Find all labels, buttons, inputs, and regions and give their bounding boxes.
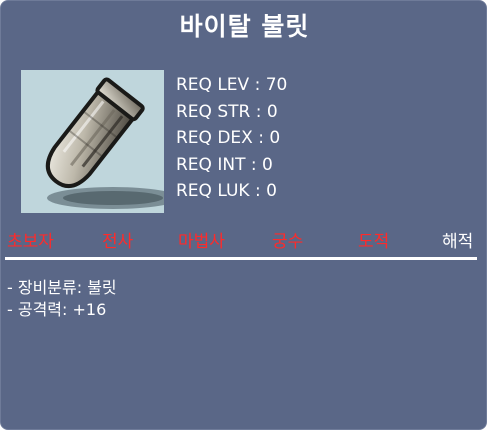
job-warrior: 전사 [102,232,134,252]
req-dex: REQ DEX : 0 [176,128,281,148]
job-pirate: 해적 [442,232,474,252]
attack-stat: - 공격력: +16 [7,300,107,319]
divider [5,257,477,260]
equip-category: - 장비분류: 불릿 [7,278,117,297]
job-bowman: 궁수 [272,232,304,252]
job-thief: 도적 [358,232,390,252]
req-int: REQ INT : 0 [176,154,273,175]
job-magician: 마법사 [178,232,225,252]
requirements-list: REQ LEV : 70 REQ STR : 0 REQ DEX : 0 REQ… [176,72,287,205]
bullet-icon [45,77,164,209]
item-name: 바이탈 불릿 [179,12,310,41]
job-class-row: 초보자 전사 마법사 궁수 도적 해적 [1,227,487,253]
job-beginner: 초보자 [7,232,54,252]
item-icon-frame [21,70,164,213]
item-description: - 장비분류: 불릿 - 공격력: +16 [7,277,117,321]
req-level: REQ LEV : 70 [176,75,288,95]
req-luk: REQ LUK : 0 [176,181,277,201]
item-tooltip: 바이탈 불릿 REQ LEV: 70 REQ STR: 0 REQ DEX … [0,0,487,430]
req-str: REQ STR : 0 [176,101,278,122]
